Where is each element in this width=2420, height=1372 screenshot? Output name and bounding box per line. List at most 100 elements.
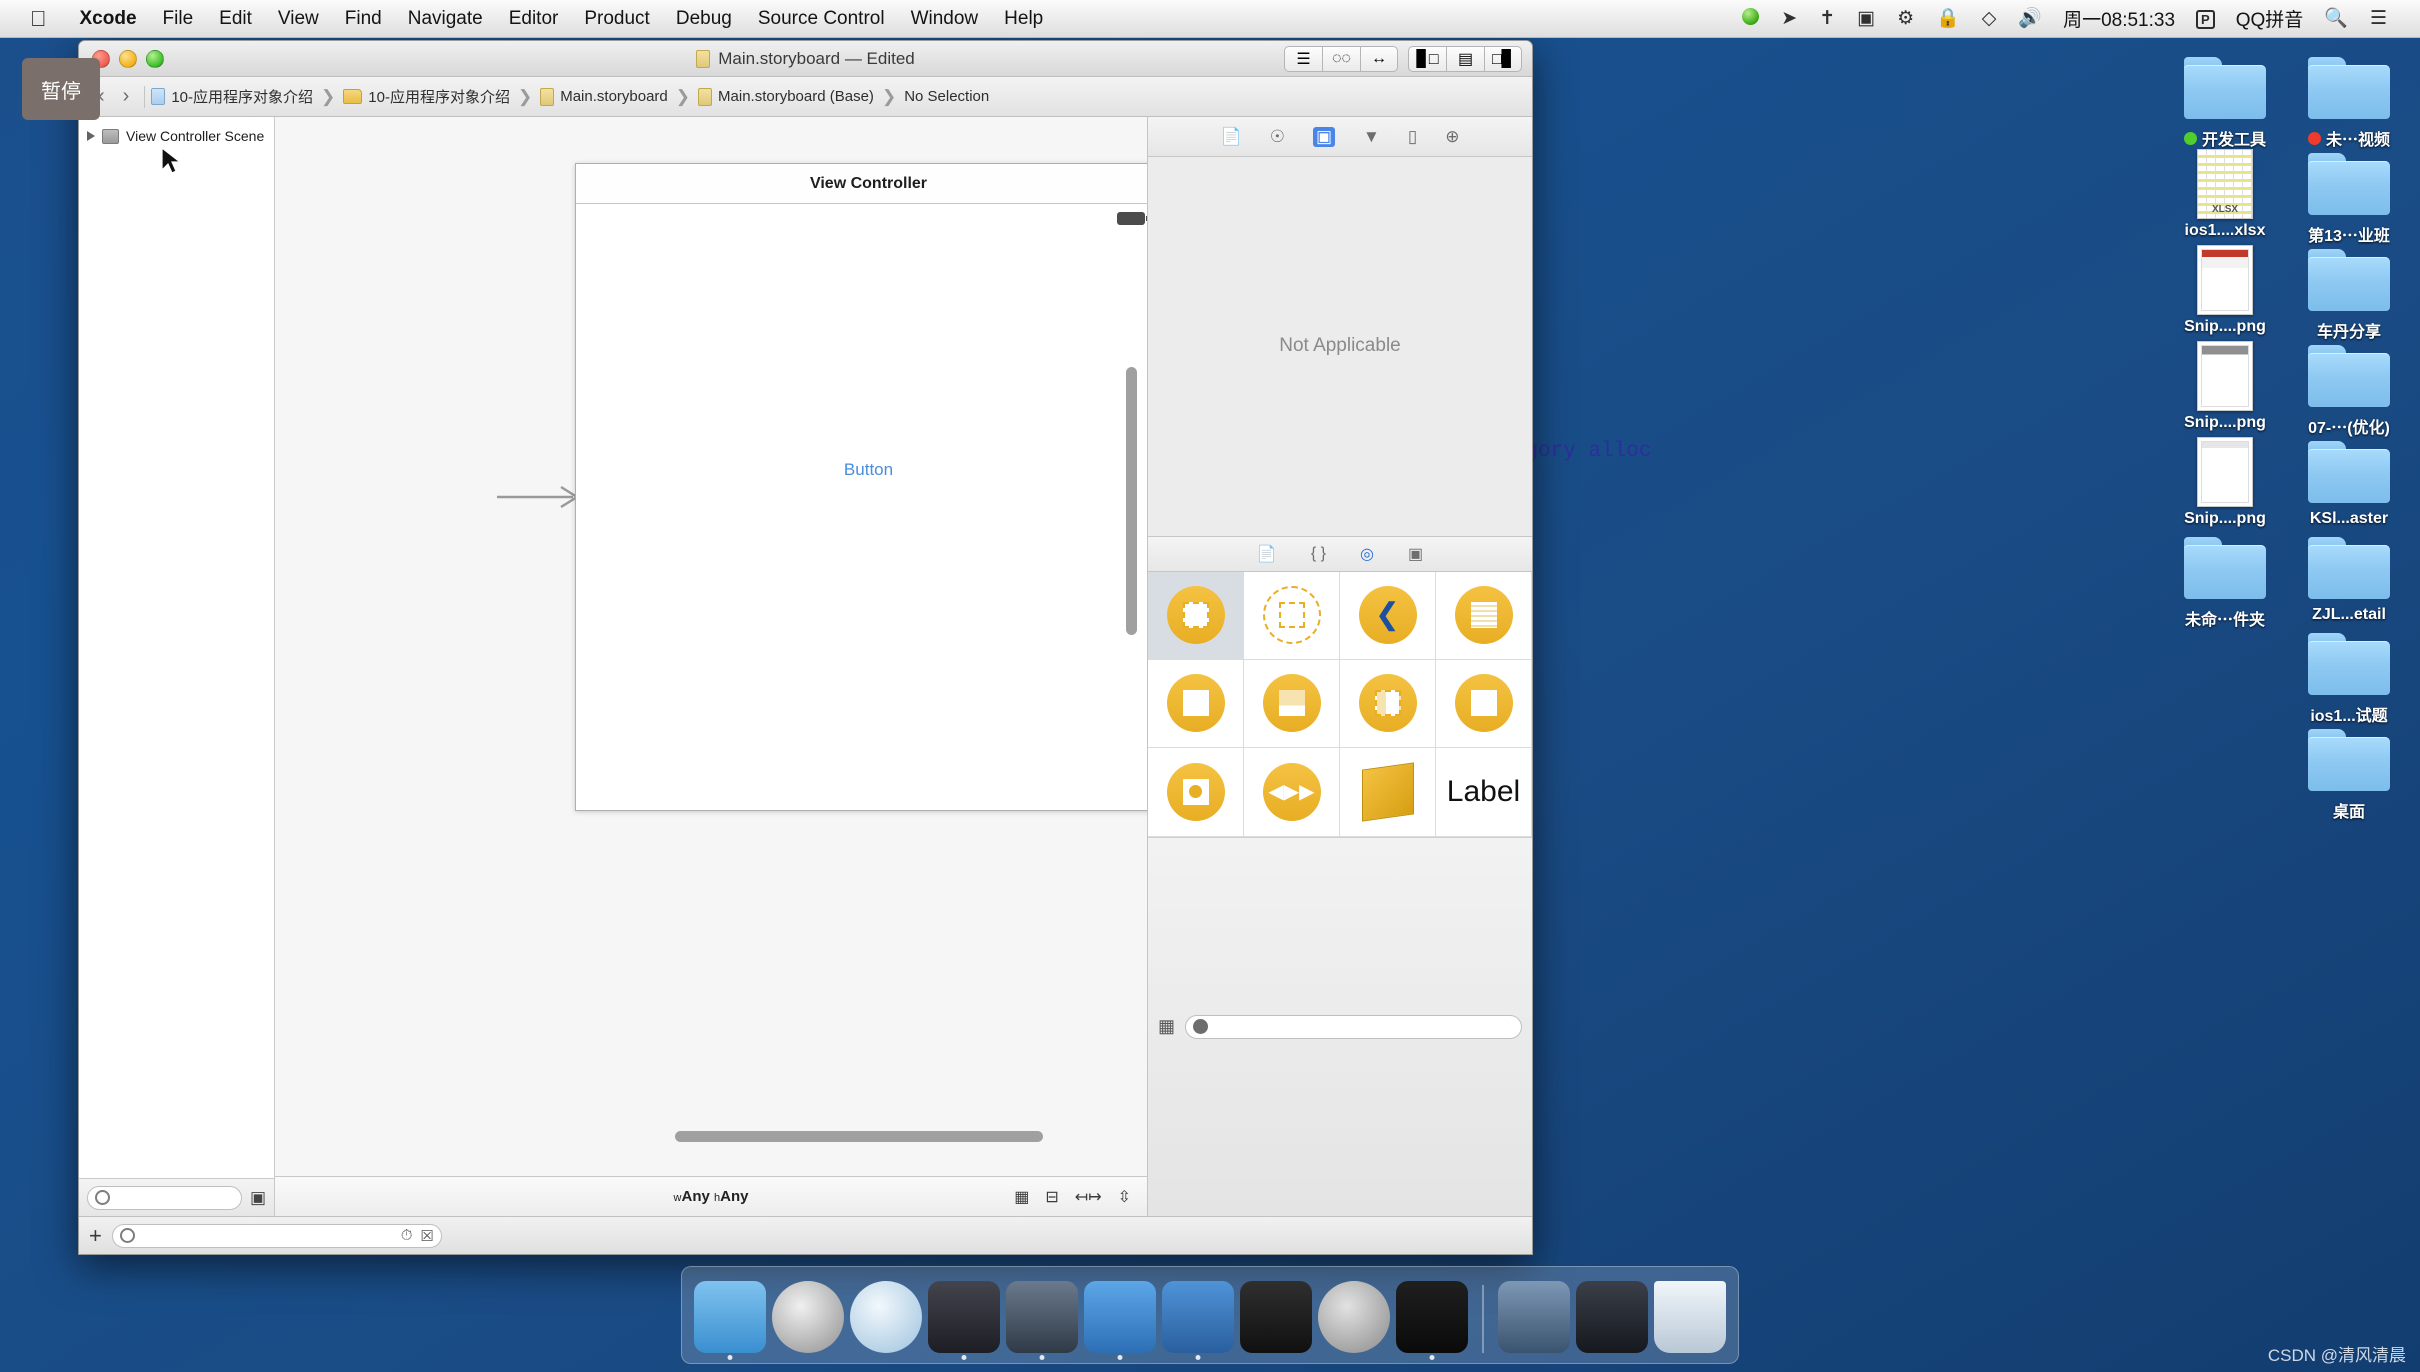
- apple-menu-icon[interactable]: : [30, 7, 47, 30]
- dock-item-terminal[interactable]: [1240, 1281, 1312, 1353]
- object-library-icon[interactable]: ◎: [1360, 544, 1374, 564]
- library-item-navigation-controller[interactable]: ❮: [1340, 571, 1436, 660]
- breadcrumb-forward-button[interactable]: ›: [114, 85, 139, 108]
- library-item-tab-bar-controller[interactable]: [1244, 659, 1340, 749]
- dock-item-quicktime[interactable]: [1006, 1281, 1078, 1360]
- desktop-item-folder[interactable]: KSl...aster: [2290, 436, 2408, 528]
- standard-editor-icon[interactable]: ☰: [1284, 45, 1322, 72]
- notification-center-icon[interactable]: ☰: [2359, 9, 2398, 28]
- menu-item-debug[interactable]: Debug: [663, 8, 745, 30]
- dock-item-safari[interactable]: [850, 1281, 922, 1353]
- desktop-item-folder[interactable]: ZJL...etail: [2290, 532, 2408, 624]
- size-inspector-icon[interactable]: ▯: [1408, 127, 1417, 147]
- library-item-storyboard-reference[interactable]: [1244, 571, 1340, 660]
- input-method-label[interactable]: QQ拼音: [2226, 5, 2314, 32]
- desktop-item-folder[interactable]: ios1...试题: [2290, 628, 2408, 726]
- debug-area-toggle-icon[interactable]: ▤: [1446, 45, 1484, 72]
- disclosure-triangle-icon[interactable]: [87, 131, 95, 141]
- close-filter-icon[interactable]: ☒: [420, 1227, 433, 1245]
- desktop-item-folder[interactable]: 开发工具: [2166, 52, 2284, 150]
- lock-icon[interactable]: 🔒: [1925, 9, 1971, 28]
- green-status-icon[interactable]: [1731, 8, 1770, 29]
- media-library-icon[interactable]: ▣: [1408, 544, 1423, 564]
- breadcrumb-item-selection[interactable]: No Selection: [904, 88, 989, 105]
- desktop-item-folder[interactable]: 第13⋯业班: [2290, 148, 2408, 246]
- navigator-filter-input[interactable]: ⏱ ☒: [111, 1223, 442, 1248]
- storyboard-canvas[interactable]: View Controller Button: [275, 117, 1147, 1176]
- dock-item-system-preferences[interactable]: [1318, 1281, 1390, 1353]
- dock-item-files-stack[interactable]: [1576, 1281, 1648, 1353]
- menu-item-help[interactable]: Help: [991, 8, 1056, 30]
- dock-item-finder[interactable]: [694, 1281, 766, 1360]
- breadcrumb-item-storyboard-base[interactable]: Main.storyboard (Base): [698, 87, 874, 106]
- dock-item-launchpad[interactable]: [772, 1281, 844, 1353]
- canvas-vertical-scrollbar[interactable]: [1126, 367, 1137, 635]
- menu-item-editor[interactable]: Editor: [496, 8, 572, 30]
- dock-item-trash[interactable]: [1654, 1281, 1726, 1353]
- library-item-page-view-controller[interactable]: [1436, 659, 1532, 749]
- input-source-badge-icon[interactable]: P: [2185, 9, 2226, 29]
- library-filter-input[interactable]: [1185, 1014, 1522, 1039]
- dock-item-xcode[interactable]: [1084, 1281, 1156, 1360]
- view-controller-scene[interactable]: View Controller Button: [575, 163, 1147, 811]
- file-template-library-icon[interactable]: 📄: [1257, 544, 1277, 564]
- utilities-toggle-icon[interactable]: □▊: [1484, 45, 1522, 72]
- navigator-toggle-icon[interactable]: ▊□: [1408, 45, 1446, 72]
- file-inspector-icon[interactable]: 📄: [1221, 127, 1242, 147]
- library-item-scenekit-view[interactable]: [1340, 748, 1436, 837]
- dock-item-mouse-app[interactable]: [928, 1281, 1000, 1360]
- menu-item-view[interactable]: View: [265, 8, 332, 30]
- identity-inspector-icon[interactable]: ▣: [1312, 126, 1336, 147]
- menu-item-xcode[interactable]: Xcode: [67, 8, 150, 30]
- code-snippet-library-icon[interactable]: { }: [1311, 545, 1326, 563]
- desktop-item-folder[interactable]: 07-⋯(优化): [2290, 340, 2408, 438]
- volume-icon[interactable]: 🔊: [2007, 9, 2053, 28]
- desktop-item-file[interactable]: Snip....png: [2166, 340, 2284, 432]
- library-item-split-view-controller[interactable]: [1340, 659, 1436, 749]
- desktop-item-file[interactable]: XLSX ios1....xlsx: [2166, 148, 2284, 240]
- breadcrumb-item-group[interactable]: 10-应用程序对象介绍: [343, 86, 510, 107]
- location-arrow-icon[interactable]: ➤: [1770, 9, 1808, 28]
- button-object[interactable]: Button: [844, 460, 893, 480]
- menu-item-product[interactable]: Product: [571, 8, 662, 30]
- audio-midi-icon[interactable]: ⚙: [1886, 9, 1925, 28]
- dropbox-icon[interactable]: ◇: [1971, 9, 2008, 28]
- minimize-button[interactable]: [119, 49, 137, 68]
- add-icon[interactable]: +: [89, 1224, 102, 1247]
- menu-item-source-control[interactable]: Source Control: [745, 8, 898, 30]
- menu-item-navigate[interactable]: Navigate: [395, 8, 496, 30]
- size-class-indicator[interactable]: wAny hAny: [275, 1188, 1147, 1205]
- desktop-item-file[interactable]: Snip....png: [2166, 436, 2284, 528]
- menu-item-file[interactable]: File: [150, 8, 207, 30]
- breadcrumb-item-project[interactable]: 10-应用程序对象介绍: [151, 86, 313, 107]
- library-item-label[interactable]: Label: [1436, 748, 1532, 837]
- library-item-avkit-player-controller[interactable]: ◀▶▶: [1244, 748, 1340, 837]
- library-item-view-controller[interactable]: [1148, 571, 1244, 660]
- menu-item-window[interactable]: Window: [898, 8, 992, 30]
- desktop-item-folder[interactable]: 车丹分享: [2290, 244, 2408, 342]
- dock-item-iterm[interactable]: [1396, 1281, 1468, 1360]
- search-icon[interactable]: 🔍: [2313, 9, 2359, 28]
- attributes-inspector-icon[interactable]: ▼: [1363, 127, 1380, 147]
- assistant-editor-icon[interactable]: ◌◌: [1322, 45, 1360, 72]
- library-grid-icon[interactable]: ▦: [1158, 1016, 1175, 1037]
- outline-filter-input[interactable]: [87, 1185, 242, 1210]
- library-item-table-view-controller[interactable]: [1436, 571, 1532, 660]
- recent-icon[interactable]: ⏱: [401, 1227, 413, 1245]
- library-item-glkit-view-controller[interactable]: [1148, 748, 1244, 837]
- breadcrumb-item-storyboard[interactable]: Main.storyboard: [540, 87, 668, 106]
- outline-toggle-icon[interactable]: ▣: [250, 1188, 266, 1208]
- dock-item-downloads-stack[interactable]: [1498, 1281, 1570, 1353]
- bluetooth-icon[interactable]: ✝: [1808, 9, 1846, 28]
- dock-item-xcode-beta[interactable]: [1162, 1281, 1234, 1360]
- menu-clock[interactable]: 周一08:51:33: [2053, 5, 2185, 32]
- canvas-horizontal-scrollbar[interactable]: [675, 1131, 1043, 1142]
- desktop-item-file[interactable]: Snip....png: [2166, 244, 2284, 336]
- quick-help-icon[interactable]: ☉: [1270, 127, 1285, 147]
- desktop-item-folder[interactable]: 桌面: [2290, 724, 2408, 822]
- outline-item-view-controller-scene[interactable]: View Controller Scene: [79, 125, 274, 147]
- screen-record-icon[interactable]: ▣: [1846, 9, 1886, 28]
- menu-item-edit[interactable]: Edit: [206, 8, 265, 30]
- version-editor-icon[interactable]: ↔: [1360, 45, 1398, 72]
- desktop-item-folder[interactable]: 未命⋯件夹: [2166, 532, 2284, 630]
